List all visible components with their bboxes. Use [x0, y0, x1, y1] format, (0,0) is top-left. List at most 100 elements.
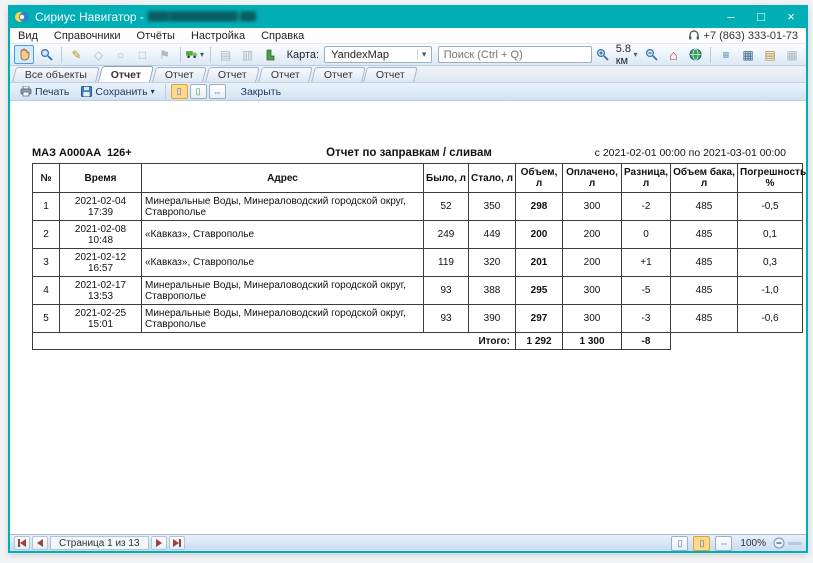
table-row: 12021-02-04 17:39 Минеральные Воды, Мине… [33, 193, 803, 221]
hand-icon [18, 48, 30, 61]
view-single-page-button[interactable]: ▯ [171, 84, 188, 99]
main-toolbar: ✎ ◇ ○ □ ⚑ ▾ ▤ ▥ Карта: YandexMap ▾ [10, 44, 806, 66]
next-page-icon [156, 539, 162, 547]
zoom-slider[interactable] [788, 542, 802, 545]
tab-report-2[interactable]: Отчет [152, 67, 206, 82]
flag-tool-button[interactable]: ⚑ [155, 45, 175, 64]
totals-row: Итого: 1 292 1 300 -8 [33, 333, 803, 350]
notes-button[interactable]: ▤ [760, 45, 780, 64]
status-bar: Страница 1 из 13 ▯ ▯ ⇔ 100% [10, 534, 806, 551]
map-label: Карта: [287, 49, 320, 61]
app-logo-icon [14, 10, 30, 24]
zoom-tool-button[interactable] [36, 45, 56, 64]
globe-icon [689, 48, 702, 61]
view-fit-width-button[interactable]: ⇔ [209, 84, 226, 99]
print-button[interactable]: Печать [14, 84, 75, 100]
toolbar-separator [180, 47, 181, 63]
rect-tool-button[interactable]: □ [133, 45, 153, 64]
page-indicator: Страница 1 из 13 [50, 536, 149, 550]
close-report-label: Закрыть [241, 86, 281, 98]
print-label: Печать [35, 86, 69, 98]
totals-volume: 1 292 [516, 333, 563, 350]
prev-page-button[interactable] [32, 536, 48, 550]
close-button[interactable]: × [776, 5, 806, 28]
map-select[interactable]: YandexMap ▾ [324, 46, 432, 63]
vehicle-button[interactable]: ▾ [185, 45, 205, 64]
maximize-button[interactable]: □ [746, 5, 776, 28]
zoom-in-button[interactable] [593, 45, 613, 64]
menu-vid[interactable]: Вид [10, 28, 46, 43]
view-two-pages-button[interactable]: ⇔ [715, 536, 732, 551]
save-label: Сохранить [95, 86, 147, 98]
menu-spravka[interactable]: Справка [253, 28, 312, 43]
select-area-button[interactable]: ▦ [738, 45, 758, 64]
col-diff: Разница, л [622, 164, 671, 193]
extra-button[interactable]: ▦ [782, 45, 802, 64]
home-button[interactable]: ⌂ [663, 45, 683, 64]
page-indicator-text: Страница 1 из 13 [59, 538, 140, 549]
tab-report-4[interactable]: Отчет [258, 67, 312, 82]
polygon-tool-button[interactable]: ◇ [89, 45, 109, 64]
zoom-out-icon [645, 48, 658, 61]
circle-tool-button[interactable]: ○ [111, 45, 131, 64]
col-paid: Оплачено, л [563, 164, 622, 193]
view-fit-page-button[interactable]: ▯ [190, 84, 207, 99]
totals-paid: 1 300 [563, 333, 622, 350]
last-page-button[interactable] [169, 536, 185, 550]
routes-button[interactable]: ▥ [238, 45, 258, 64]
printer-icon [20, 86, 32, 97]
report-title: Отчет по заправкам / сливам [326, 147, 492, 159]
zoom-slider-minus-icon[interactable] [773, 537, 785, 549]
report-toolbar: Печать Сохранить ▾ ▯ ▯ ⇔ Закрыть [10, 83, 806, 101]
dropdown-arrow-icon: ▾ [200, 50, 204, 59]
col-num: № [33, 164, 60, 193]
next-page-button[interactable] [151, 536, 167, 550]
table-row: 22021-02-08 10:48 «Кавказ», Ставрополье2… [33, 221, 803, 249]
view-fit-width-status-button[interactable]: ▯ [693, 536, 710, 551]
globe-button[interactable] [685, 45, 705, 64]
tab-report-3[interactable]: Отчет [205, 67, 259, 82]
tab-report-6[interactable]: Отчет [363, 67, 417, 82]
map-select-value: YandexMap [325, 49, 417, 61]
menu-otchety[interactable]: Отчёты [129, 28, 183, 43]
tab-report-5[interactable]: Отчет [311, 67, 365, 82]
minimize-button[interactable]: – [716, 5, 746, 28]
save-button[interactable]: Сохранить ▾ [75, 84, 160, 100]
title-bar: Сириус Навигатор - ▇▇▇ ▇▇▇▇▇▇▇▇▇▇ (▇▇) –… [10, 5, 806, 28]
zoom-level: 100% [740, 538, 766, 549]
col-time: Время [60, 164, 142, 193]
col-was: Было, л [424, 164, 469, 193]
report-header: МАЗ A000AA 126+ Отчет по заправкам / сли… [32, 147, 786, 159]
view-one-page-button[interactable]: ▯ [671, 536, 688, 551]
pan-tool-button[interactable] [14, 45, 34, 64]
report-page: МАЗ A000AA 126+ Отчет по заправкам / сли… [10, 101, 806, 534]
toolbar-separator [210, 47, 211, 63]
save-dropdown-icon[interactable]: ▾ [151, 87, 155, 96]
menu-spravochniki[interactable]: Справочники [46, 28, 129, 43]
tab-strip: Все объекты Отчет Отчет Отчет Отчет Отче… [10, 66, 806, 83]
scale-dropdown-icon[interactable]: ▾ [633, 50, 637, 59]
table-header-row: № Время Адрес Было, л Стало, л Объем, л … [33, 164, 803, 193]
object-list-button[interactable]: ≡ [716, 45, 736, 64]
search-input[interactable] [438, 46, 592, 63]
status-right-group: ▯ ▯ ⇔ 100% [670, 536, 802, 551]
layers-button[interactable]: ▤ [216, 45, 236, 64]
floppy-icon [81, 86, 92, 97]
map-scale-value[interactable]: 5.8 км [616, 43, 632, 67]
zoom-out-button[interactable] [641, 45, 661, 64]
tab-report-active[interactable]: Отчет [98, 66, 154, 82]
edit-map-button[interactable]: ✎ [67, 45, 87, 64]
first-page-button[interactable] [14, 536, 30, 550]
col-tank: Объем бака, л [671, 164, 738, 193]
toolbar-right-group: 5.8 км ▾ ⌂ ≡ ▦ ▤ ▦ [592, 43, 803, 67]
chevron-down-icon: ▾ [417, 49, 431, 60]
report-period: с 2021-02-01 00:00 по 2021-03-01 00:00 [492, 147, 786, 159]
tab-all-objects[interactable]: Все объекты [12, 67, 100, 82]
menu-nastroyka[interactable]: Настройка [183, 28, 253, 43]
totals-label: Итого: [33, 333, 516, 350]
track-walk-button[interactable] [260, 45, 280, 64]
table-row: 52021-02-25 15:01 Минеральные Воды, Мине… [33, 305, 803, 333]
close-report-button[interactable]: Закрыть [235, 84, 287, 100]
window-title: Сириус Навигатор - [35, 10, 144, 24]
phone-number: +7 (863) 333-01-73 [704, 30, 798, 42]
